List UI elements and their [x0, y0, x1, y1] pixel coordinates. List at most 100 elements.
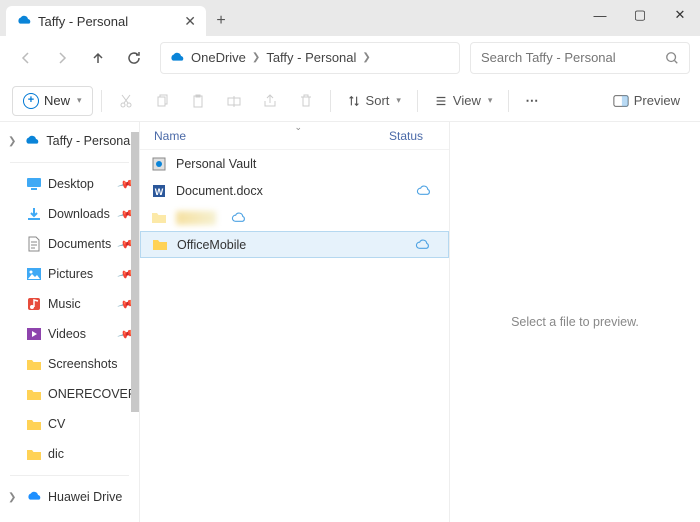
- file-row[interactable]: W Document.docx: [140, 177, 449, 204]
- sidebar-item-downloads[interactable]: Downloads📌: [0, 199, 139, 229]
- file-row[interactable]: Personal Vault: [140, 150, 449, 177]
- sidebar-item-videos[interactable]: Videos📌: [0, 319, 139, 349]
- preview-label: Preview: [634, 93, 680, 108]
- refresh-button[interactable]: [118, 42, 150, 74]
- chevron-right-icon: ❯: [8, 492, 20, 503]
- word-icon: W: [150, 182, 168, 200]
- folder-icon: [151, 236, 169, 254]
- col-name[interactable]: Name: [150, 129, 389, 143]
- list-icon: [434, 94, 448, 108]
- desktop-icon: [26, 176, 42, 192]
- sidebar-bottom-label: Huawei Drive: [48, 490, 122, 504]
- sidebar-huawei-drive[interactable]: ❯ Huawei Drive: [0, 482, 139, 512]
- forward-button[interactable]: [46, 42, 78, 74]
- sidebar-root[interactable]: ❯ Taffy - Personal: [0, 126, 139, 156]
- sidebar-item-dic[interactable]: dic: [0, 439, 139, 469]
- videos-icon: [26, 326, 42, 342]
- vault-icon: [150, 155, 168, 173]
- folder-icon: [26, 416, 42, 432]
- new-label: New: [44, 93, 70, 108]
- browser-tab[interactable]: Taffy - Personal ✕: [6, 6, 206, 36]
- svg-text:W: W: [155, 187, 164, 197]
- crumb-current[interactable]: Taffy - Personal: [266, 50, 356, 65]
- sort-label: Sort: [366, 93, 390, 108]
- sidebar-item-label: Videos: [48, 327, 86, 341]
- sort-icon: [347, 94, 361, 108]
- sidebar-item-label: ONERECOVERH: [48, 387, 139, 401]
- chevron-right-icon: ❯: [8, 136, 18, 147]
- sidebar-item-label: Music: [48, 297, 81, 311]
- new-tab-button[interactable]: +: [206, 6, 236, 36]
- view-label: View: [453, 93, 481, 108]
- cloud-status-icon: [409, 184, 439, 197]
- preview-pane: Select a file to preview.: [450, 122, 700, 522]
- sidebar: ❯ Taffy - Personal Desktop📌Downloads📌Doc…: [0, 122, 140, 522]
- sidebar-item-music[interactable]: Music📌: [0, 289, 139, 319]
- titlebar: Taffy - Personal ✕ + — ▢ ✕: [0, 0, 700, 36]
- share-button[interactable]: [254, 86, 286, 116]
- back-button[interactable]: [10, 42, 42, 74]
- delete-button[interactable]: [290, 86, 322, 116]
- sidebar-item-cv[interactable]: CV: [0, 409, 139, 439]
- sort-button[interactable]: Sort ▾: [339, 86, 409, 116]
- toolbar: + New ▾ Sort ▾ View ▾ ⋯ Preview: [0, 80, 700, 122]
- search-input[interactable]: [481, 50, 665, 65]
- onedrive-icon: [24, 133, 40, 149]
- tab-close-icon[interactable]: ✕: [184, 13, 196, 30]
- sidebar-item-label: dic: [48, 447, 64, 461]
- chevron-down-icon: ▾: [396, 95, 401, 106]
- downloads-icon: [26, 206, 42, 222]
- sort-indicator-icon: ⌄: [295, 122, 303, 133]
- chevron-right-icon: ❯: [252, 52, 260, 63]
- file-name: Personal Vault: [176, 157, 401, 171]
- sidebar-item-label: Downloads: [48, 207, 110, 221]
- minimize-button[interactable]: —: [580, 0, 620, 30]
- sidebar-item-label: CV: [48, 417, 65, 431]
- chevron-right-icon: ❯: [362, 52, 370, 63]
- search-icon: [665, 51, 679, 65]
- crumb-onedrive[interactable]: OneDrive: [191, 50, 246, 65]
- rename-button[interactable]: [218, 86, 250, 116]
- folder-icon: [26, 356, 42, 372]
- separator: [101, 90, 102, 112]
- chevron-down-icon: ▾: [488, 95, 493, 106]
- separator: [10, 162, 129, 163]
- cloud-status-icon: [224, 211, 254, 224]
- up-button[interactable]: [82, 42, 114, 74]
- cloud-icon: [26, 489, 42, 505]
- sidebar-item-documents[interactable]: Documents📌: [0, 229, 139, 259]
- sidebar-item-desktop[interactable]: Desktop📌: [0, 169, 139, 199]
- preview-toggle[interactable]: Preview: [605, 86, 688, 116]
- sidebar-item-onerecoverh[interactable]: ONERECOVERH: [0, 379, 139, 409]
- view-button[interactable]: View ▾: [426, 86, 500, 116]
- more-button[interactable]: ⋯: [517, 86, 548, 116]
- column-headers[interactable]: Name ⌄ Status: [140, 122, 449, 150]
- close-button[interactable]: ✕: [660, 0, 700, 30]
- maximize-button[interactable]: ▢: [620, 0, 660, 30]
- sidebar-item-pictures[interactable]: Pictures📌: [0, 259, 139, 289]
- sidebar-item-label: Screenshots: [48, 357, 117, 371]
- copy-button[interactable]: [146, 86, 178, 116]
- paste-button[interactable]: [182, 86, 214, 116]
- tab-title: Taffy - Personal: [38, 14, 128, 29]
- file-row[interactable]: [140, 204, 449, 231]
- cloud-status-icon: [408, 238, 438, 251]
- col-status[interactable]: Status: [389, 129, 439, 143]
- scrollbar-thumb[interactable]: [131, 132, 139, 412]
- new-button[interactable]: + New ▾: [12, 86, 93, 116]
- file-name: Document.docx: [176, 184, 401, 198]
- breadcrumb[interactable]: OneDrive ❯ Taffy - Personal ❯: [160, 42, 460, 74]
- sidebar-item-label: Documents: [48, 237, 111, 251]
- file-list: Name ⌄ Status Personal Vault W Document.do…: [140, 122, 450, 522]
- sidebar-item-label: Pictures: [48, 267, 93, 281]
- folder-icon: [26, 446, 42, 462]
- main-panel: Name ⌄ Status Personal Vault W Document.do…: [140, 122, 700, 522]
- folder-dim-icon: [150, 209, 168, 227]
- cut-button[interactable]: [110, 86, 142, 116]
- sidebar-root-label: Taffy - Personal: [46, 134, 133, 148]
- file-row[interactable]: OfficeMobile: [140, 231, 449, 258]
- separator: [10, 475, 129, 476]
- search-box[interactable]: [470, 42, 690, 74]
- sidebar-item-screenshots[interactable]: Screenshots: [0, 349, 139, 379]
- window-controls: — ▢ ✕: [580, 0, 700, 30]
